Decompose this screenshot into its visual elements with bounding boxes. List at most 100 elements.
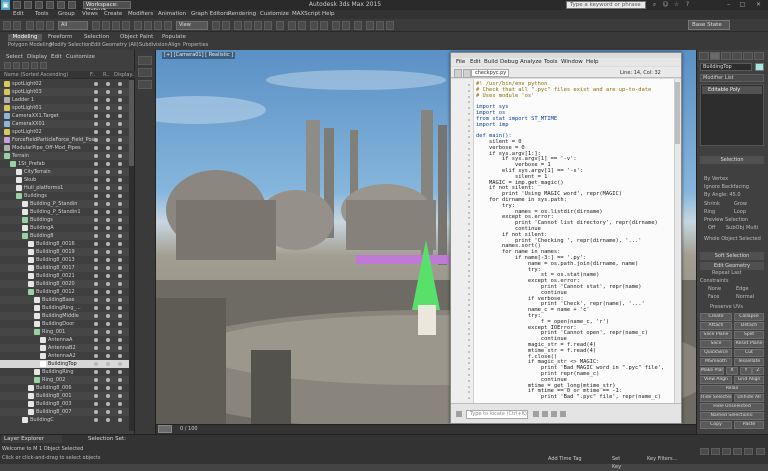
render-toggle-icon[interactable]	[106, 234, 110, 238]
rendered-frame-button[interactable]	[376, 21, 384, 30]
star-icon[interactable]: ☆	[672, 1, 681, 9]
code-line[interactable]: print 'Bad ".pyc" file', repr(name_c)	[476, 394, 661, 401]
freeze-toggle-icon[interactable]	[94, 386, 98, 390]
ribbon-align[interactable]: Align	[168, 42, 181, 49]
display-toggle-icon[interactable]	[118, 402, 122, 406]
editor-status-icon-3[interactable]	[551, 411, 557, 417]
display-toggle-icon[interactable]	[118, 202, 122, 206]
render-toggle-icon[interactable]	[106, 290, 110, 294]
se-menu-customize[interactable]: Customize	[66, 53, 95, 61]
freeze-toggle-icon[interactable]	[94, 402, 98, 406]
ribbon-tab-object-paint[interactable]: Object Paint	[120, 34, 153, 41]
editor-new-icon[interactable]	[454, 69, 462, 78]
scene-tree-row[interactable]: AntennaA	[0, 336, 130, 344]
project-folder-icon[interactable]	[68, 1, 76, 9]
editor-status-icon-1[interactable]	[533, 411, 539, 417]
ribbon-tab-selection[interactable]: Selection	[84, 34, 109, 41]
display-geometry-icon[interactable]	[4, 62, 11, 69]
freeze-toggle-icon[interactable]	[94, 306, 98, 310]
render-toggle-icon[interactable]	[106, 138, 110, 142]
spinner-snap-button[interactable]	[264, 21, 272, 30]
se-menu-display[interactable]: Display	[27, 53, 47, 61]
command-panel-button[interactable]: X	[726, 367, 738, 375]
render-setup-button[interactable]	[366, 21, 374, 30]
display-toggle-icon[interactable]	[118, 370, 122, 374]
display-toggle-icon[interactable]	[118, 362, 122, 366]
scene-tree-row[interactable]: Building8_001	[0, 392, 130, 400]
editor-file-tab[interactable]: checkpyc.py	[471, 69, 509, 77]
freeze-toggle-icon[interactable]	[94, 122, 98, 126]
select-by-name-button[interactable]	[102, 21, 110, 30]
command-panel-button[interactable]: View Align	[700, 376, 732, 384]
display-lights-icon[interactable]	[22, 62, 29, 69]
scene-tree-row[interactable]: Ladder 1	[0, 96, 130, 104]
render-toggle-icon[interactable]	[106, 338, 110, 342]
freeze-toggle-icon[interactable]	[94, 90, 98, 94]
render-toggle-icon[interactable]	[106, 178, 110, 182]
freeze-toggle-icon[interactable]	[94, 338, 98, 342]
ribbon-tab-modeling[interactable]: Modeling	[8, 34, 42, 41]
freeze-toggle-icon[interactable]	[94, 202, 98, 206]
column-name[interactable]: Name (Sorted Ascending)	[4, 71, 68, 79]
display-toggle-icon[interactable]	[118, 170, 122, 174]
scale-button[interactable]	[154, 21, 162, 30]
link-button[interactable]	[26, 21, 34, 30]
render-toggle-icon[interactable]	[106, 354, 110, 358]
command-panel-button[interactable]: Split	[734, 331, 764, 339]
menu-views[interactable]: Views	[82, 10, 98, 19]
display-toggle-icon[interactable]	[118, 178, 122, 182]
add-time-tag[interactable]: Add Time Tag	[548, 456, 596, 463]
window-crossing-button[interactable]	[122, 21, 130, 30]
freeze-toggle-icon[interactable]	[94, 314, 98, 318]
render-toggle-icon[interactable]	[106, 394, 110, 398]
rotate-button[interactable]	[144, 21, 152, 30]
set-key-button[interactable]: Set Key	[612, 455, 630, 470]
display-toggle-icon[interactable]	[118, 314, 122, 318]
percent-snap-button[interactable]	[254, 21, 262, 30]
editor-menu-help[interactable]: Help	[586, 58, 599, 66]
editor-menu-debug[interactable]: Debug	[500, 58, 518, 66]
freeze-toggle-icon[interactable]	[94, 194, 98, 198]
menu-rendering[interactable]: Rendering	[228, 10, 256, 19]
scene-tree-row[interactable]: Building8_006	[0, 384, 130, 392]
scene-tree-row[interactable]: Building8_003	[0, 400, 130, 408]
scene-tree-row[interactable]: spotLight03	[0, 88, 130, 96]
new-file-icon[interactable]	[13, 1, 21, 9]
render-toggle-icon[interactable]	[106, 90, 110, 94]
render-toggle-icon[interactable]	[106, 106, 110, 110]
scene-tree-row[interactable]: BuildingTop	[0, 360, 130, 368]
editor-menu-tools[interactable]: Tools	[544, 58, 558, 66]
scene-tree-row[interactable]: BuildingA	[0, 224, 130, 232]
key-filters-button[interactable]: Key Filters...	[647, 455, 689, 463]
material-editor-button[interactable]	[354, 21, 362, 30]
render-toggle-icon[interactable]	[106, 210, 110, 214]
object-name-field[interactable]: BuildingTop	[700, 63, 752, 71]
scene-tree-row[interactable]: CityTerrain	[0, 168, 130, 176]
display-toggle-icon[interactable]	[118, 346, 122, 350]
display-toggle-icon[interactable]	[118, 386, 122, 390]
modify-tab-icon[interactable]	[710, 52, 720, 60]
scene-tree-row[interactable]: spotLight01	[0, 104, 130, 112]
freeze-toggle-icon[interactable]	[94, 266, 98, 270]
freeze-toggle-icon[interactable]	[94, 114, 98, 118]
command-panel-button[interactable]: Hide Selected	[700, 394, 732, 402]
command-panel-button[interactable]: Relax	[700, 385, 764, 393]
save-file-icon[interactable]	[35, 1, 43, 9]
layout-tab-3[interactable]	[138, 80, 152, 89]
redo-button[interactable]	[13, 21, 21, 30]
editor-status-icon-2[interactable]	[542, 411, 548, 417]
freeze-toggle-icon[interactable]	[94, 130, 98, 134]
scene-tree-row[interactable]: ForceFieldParticleForce_Field_Post	[0, 136, 130, 144]
freeze-toggle-icon[interactable]	[94, 274, 98, 278]
freeze-toggle-icon[interactable]	[94, 258, 98, 262]
render-toggle-icon[interactable]	[106, 82, 110, 86]
display-toggle-icon[interactable]	[118, 394, 122, 398]
utilities-tab-icon[interactable]	[754, 52, 764, 60]
render-toggle-icon[interactable]	[106, 410, 110, 414]
freeze-toggle-icon[interactable]	[94, 154, 98, 158]
scene-tree-row[interactable]: Building8_0013	[0, 256, 130, 264]
render-production-button[interactable]	[386, 21, 394, 30]
bind-space-warp-button[interactable]	[46, 21, 54, 30]
user-icon[interactable]: ☺	[661, 1, 670, 9]
scene-tree-row[interactable]: Ring_002	[0, 376, 130, 384]
